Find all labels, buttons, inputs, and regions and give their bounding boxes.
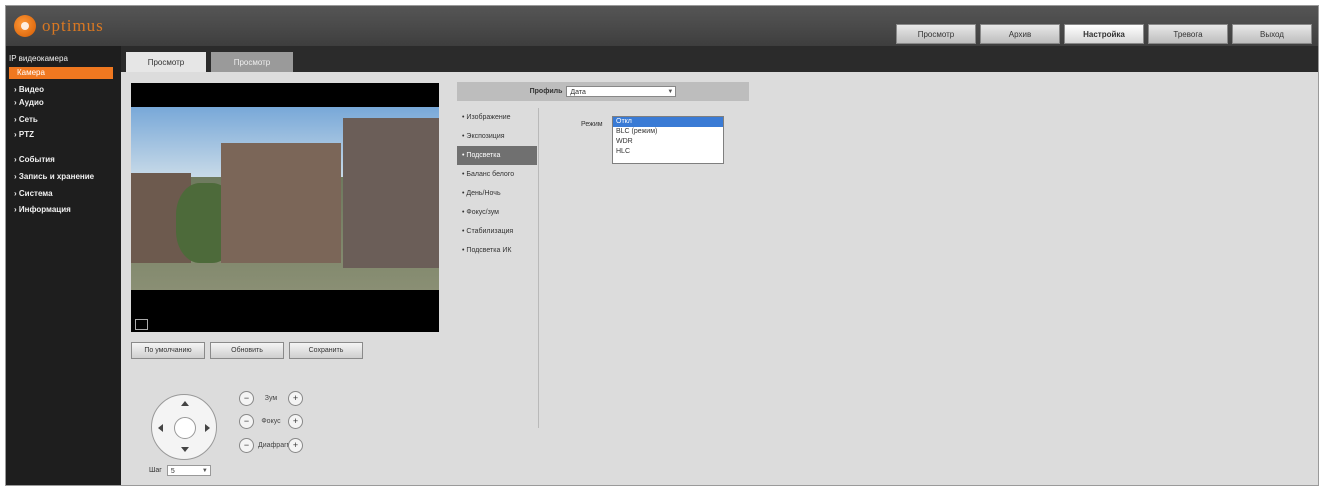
- sidebar-item-audio[interactable]: › Аудио: [14, 98, 44, 107]
- divider: [538, 108, 539, 428]
- submenu-item-label: Фокус/зум: [466, 209, 499, 216]
- sidebar-item-video[interactable]: › Видео: [14, 85, 44, 94]
- focus-label: Фокус: [261, 418, 281, 425]
- focus-control: − Фокус +: [239, 414, 303, 429]
- settings-submenu: • Изображение • Экспозиция • Подсветка •…: [457, 108, 537, 260]
- submenu-item-backlight[interactable]: • Подсветка: [457, 146, 537, 165]
- zoom-label: Зум: [264, 395, 278, 402]
- speed-label: Шаг: [149, 467, 162, 474]
- submenu-item-label: Баланс белого: [466, 171, 515, 178]
- focus-plus-button[interactable]: +: [288, 414, 303, 429]
- arrow-down-icon[interactable]: [181, 447, 189, 452]
- dropdown-option[interactable]: Откл: [613, 117, 723, 127]
- iris-label: Диафрагма: [258, 442, 296, 449]
- submenu-item-label: Подсветка: [466, 152, 501, 159]
- sidebar-item-label: Запись и хранение: [18, 172, 95, 181]
- ptz-center-button[interactable]: [174, 417, 196, 439]
- profile-bar: Профиль Дата: [457, 82, 749, 101]
- dropdown-option[interactable]: WDR: [613, 137, 723, 147]
- logo-text: optimus: [42, 16, 104, 35]
- arrow-left-icon[interactable]: [158, 424, 163, 432]
- arrow-right-icon[interactable]: [205, 424, 210, 432]
- main-content: По умолчанию Обновить Сохранить − Зум + …: [121, 72, 1318, 485]
- submenu-item-label: Стабилизация: [466, 228, 514, 235]
- logo: optimus: [14, 13, 104, 39]
- video-button-row: По умолчанию Обновить Сохранить: [131, 342, 363, 359]
- sidebar-item-info[interactable]: › Информация: [14, 205, 71, 214]
- sidebar-item-label: Сеть: [18, 115, 38, 124]
- nav-tab-archive[interactable]: Архив: [980, 24, 1060, 44]
- sidebar-item-storage[interactable]: › Запись и хранение: [14, 172, 94, 181]
- video-preview: [131, 83, 439, 332]
- submenu-item-image[interactable]: • Изображение: [457, 108, 537, 127]
- zoom-in-button[interactable]: +: [288, 391, 303, 406]
- sidebar-item-label: PTZ: [18, 130, 34, 139]
- nav-tab-preview[interactable]: Просмотр: [896, 24, 976, 44]
- mode-dropdown-list[interactable]: Откл BLC (режим) WDR HLC: [612, 116, 724, 164]
- nav-tab-settings[interactable]: Настройка: [1064, 24, 1144, 44]
- submenu-item-stabilization[interactable]: • Стабилизация: [457, 222, 537, 241]
- mode-label: Режим: [581, 121, 603, 128]
- profile-label: Профиль: [529, 88, 563, 95]
- submenu-item-exposure[interactable]: • Экспозиция: [457, 127, 537, 146]
- nav-tab-logout[interactable]: Выход: [1232, 24, 1312, 44]
- app-frame: optimus Просмотр Архив Настройка Тревога…: [5, 5, 1319, 486]
- top-navigation: Просмотр Архив Настройка Тревога Выход: [896, 24, 1312, 44]
- submenu-item-white-balance[interactable]: • Баланс белого: [457, 165, 537, 184]
- sidebar-root[interactable]: IP видеокамера: [9, 54, 68, 63]
- sidebar-item-system[interactable]: › Система: [14, 189, 53, 198]
- speed-control: Шаг 5: [149, 465, 211, 477]
- sidebar-item-label: События: [18, 155, 55, 164]
- dropdown-option[interactable]: BLC (режим): [613, 127, 723, 137]
- sidebar: IP видеокамера Камера › Видео › Аудио › …: [6, 46, 121, 485]
- refresh-button[interactable]: Обновить: [210, 342, 284, 359]
- sidebar-item-label: Видео: [18, 85, 44, 94]
- submenu-item-focus-zoom[interactable]: • Фокус/зум: [457, 203, 537, 222]
- sidebar-item-ptz[interactable]: › PTZ: [14, 130, 34, 139]
- submenu-item-day-night[interactable]: • День/Ночь: [457, 184, 537, 203]
- tab-preview[interactable]: Просмотр: [126, 52, 206, 72]
- nav-tab-alarm[interactable]: Тревога: [1148, 24, 1228, 44]
- zoom-control: − Зум +: [239, 391, 303, 406]
- sub-tab-bar: Просмотр Просмотр: [121, 46, 1318, 72]
- ptz-direction-pad[interactable]: [151, 394, 217, 460]
- fullscreen-icon[interactable]: [135, 319, 148, 330]
- iris-control: − Диафрагма +: [239, 438, 303, 453]
- video-building: [343, 118, 439, 268]
- save-button[interactable]: Сохранить: [289, 342, 363, 359]
- submenu-item-label: Подсветка ИК: [466, 247, 512, 254]
- zoom-out-button[interactable]: −: [239, 391, 254, 406]
- iris-minus-button[interactable]: −: [239, 438, 254, 453]
- sidebar-item-label: Информация: [18, 205, 71, 214]
- default-button[interactable]: По умолчанию: [131, 342, 205, 359]
- sidebar-item-label: Аудио: [18, 98, 44, 107]
- sidebar-item-network[interactable]: › Сеть: [14, 115, 38, 124]
- sidebar-item-label: Система: [18, 189, 53, 198]
- iris-plus-button[interactable]: +: [288, 438, 303, 453]
- submenu-item-label: Изображение: [466, 114, 511, 121]
- dropdown-option[interactable]: HLC: [613, 147, 723, 157]
- tab-preview-secondary[interactable]: Просмотр: [211, 52, 293, 72]
- header: optimus Просмотр Архив Настройка Тревога…: [6, 6, 1318, 46]
- sidebar-item-events[interactable]: › События: [14, 155, 55, 164]
- speed-select[interactable]: 5: [166, 465, 211, 477]
- video-building: [221, 143, 341, 263]
- submenu-item-ir[interactable]: • Подсветка ИК: [457, 241, 537, 260]
- submenu-item-label: Экспозиция: [466, 133, 505, 140]
- submenu-item-label: День/Ночь: [466, 190, 501, 197]
- sidebar-item-camera[interactable]: Камера: [9, 67, 113, 79]
- logo-icon: [14, 15, 36, 37]
- arrow-up-icon[interactable]: [181, 401, 189, 406]
- profile-select[interactable]: Дата: [566, 86, 677, 98]
- focus-minus-button[interactable]: −: [239, 414, 254, 429]
